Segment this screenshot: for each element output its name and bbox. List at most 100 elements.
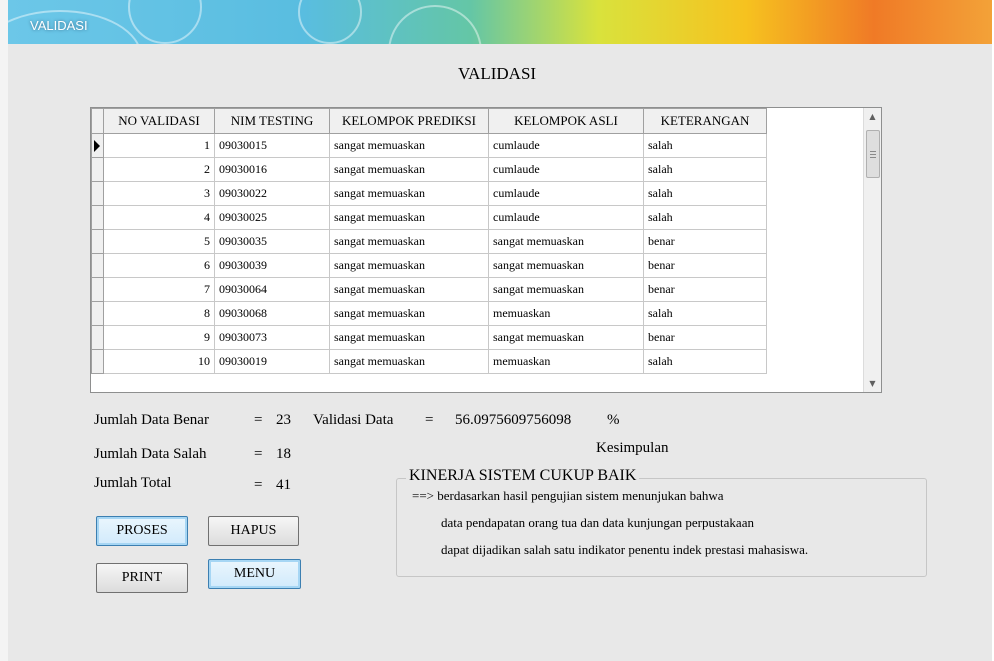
scroll-up-icon[interactable]: ▲ bbox=[864, 108, 881, 125]
kesimpulan-line-2: data pendapatan orang tua dan data kunju… bbox=[441, 515, 754, 530]
cell-keterangan[interactable]: salah bbox=[643, 133, 767, 158]
menu-button[interactable]: MENU bbox=[208, 559, 301, 589]
table-row[interactable]: 1 09030015 sangat memuaskan cumlaude sal… bbox=[91, 133, 767, 158]
vertical-scrollbar[interactable]: ▲ ▼ bbox=[863, 108, 881, 392]
cell-keterangan[interactable]: benar bbox=[643, 277, 767, 302]
cell-kelompok-asli[interactable]: cumlaude bbox=[488, 205, 644, 230]
cell-kelompok-prediksi[interactable]: sangat memuaskan bbox=[329, 325, 489, 350]
cell-no-validasi[interactable]: 5 bbox=[103, 229, 215, 254]
cell-keterangan[interactable]: salah bbox=[643, 205, 767, 230]
cell-no-validasi[interactable]: 4 bbox=[103, 205, 215, 230]
cell-no-validasi[interactable]: 2 bbox=[103, 157, 215, 182]
cell-kelompok-prediksi[interactable]: sangat memuaskan bbox=[329, 205, 489, 230]
grid-corner-header bbox=[91, 108, 104, 134]
cell-nim[interactable]: 09030035 bbox=[214, 229, 330, 254]
row-selector[interactable] bbox=[91, 157, 104, 182]
cell-keterangan[interactable]: benar bbox=[643, 325, 767, 350]
validasi-data-value: 56.0975609756098 bbox=[455, 412, 572, 428]
cell-kelompok-asli[interactable]: sangat memuaskan bbox=[488, 325, 644, 350]
cell-no-validasi[interactable]: 1 bbox=[103, 133, 215, 158]
row-selector[interactable] bbox=[91, 349, 104, 374]
cell-nim[interactable]: 09030064 bbox=[214, 277, 330, 302]
title-decoration bbox=[388, 5, 482, 44]
cell-kelompok-prediksi[interactable]: sangat memuaskan bbox=[329, 301, 489, 326]
jumlah-salah-equals: = bbox=[254, 446, 263, 462]
cell-no-validasi[interactable]: 6 bbox=[103, 253, 215, 278]
cell-kelompok-prediksi[interactable]: sangat memuaskan bbox=[329, 229, 489, 254]
column-header-keterangan[interactable]: KETERANGAN bbox=[643, 108, 767, 134]
cell-nim[interactable]: 09030025 bbox=[214, 205, 330, 230]
row-selector[interactable] bbox=[91, 205, 104, 230]
cell-kelompok-asli[interactable]: sangat memuaskan bbox=[488, 229, 644, 254]
cell-kelompok-prediksi[interactable]: sangat memuaskan bbox=[329, 181, 489, 206]
row-selector[interactable] bbox=[91, 301, 104, 326]
column-header-kelompok-prediksi[interactable]: KELOMPOK PREDIKSI bbox=[329, 108, 489, 134]
cell-kelompok-prediksi[interactable]: sangat memuaskan bbox=[329, 133, 489, 158]
kesimpulan-title: KINERJA SISTEM CUKUP BAIK bbox=[406, 467, 640, 485]
cell-keterangan[interactable]: salah bbox=[643, 181, 767, 206]
table-row[interactable]: 4 09030025 sangat memuaskan cumlaude sal… bbox=[91, 205, 767, 230]
cell-no-validasi[interactable]: 8 bbox=[103, 301, 215, 326]
row-selector[interactable] bbox=[91, 253, 104, 278]
title-bar[interactable]: VALIDASI bbox=[8, 0, 992, 44]
cell-no-validasi[interactable]: 3 bbox=[103, 181, 215, 206]
jumlah-total-label: Jumlah Total bbox=[94, 475, 172, 491]
column-header-kelompok-asli[interactable]: KELOMPOK ASLI bbox=[488, 108, 644, 134]
cell-nim[interactable]: 09030016 bbox=[214, 157, 330, 182]
print-button[interactable]: PRINT bbox=[96, 563, 188, 593]
scroll-down-icon[interactable]: ▼ bbox=[864, 375, 881, 392]
column-header-no-validasi[interactable]: NO VALIDASI bbox=[103, 108, 215, 134]
cell-keterangan[interactable]: benar bbox=[643, 229, 767, 254]
cell-keterangan[interactable]: salah bbox=[643, 301, 767, 326]
cell-no-validasi[interactable]: 7 bbox=[103, 277, 215, 302]
jumlah-total-equals: = bbox=[254, 477, 263, 493]
cell-kelompok-asli[interactable]: cumlaude bbox=[488, 133, 644, 158]
table-row[interactable]: 7 09030064 sangat memuaskan sangat memua… bbox=[91, 277, 767, 302]
cell-nim[interactable]: 09030039 bbox=[214, 253, 330, 278]
table-row[interactable]: 3 09030022 sangat memuaskan cumlaude sal… bbox=[91, 181, 767, 206]
cell-kelompok-prediksi[interactable]: sangat memuaskan bbox=[329, 349, 489, 374]
table-row[interactable]: 8 09030068 sangat memuaskan memuaskan sa… bbox=[91, 301, 767, 326]
cell-kelompok-asli[interactable]: sangat memuaskan bbox=[488, 277, 644, 302]
cell-kelompok-asli[interactable]: cumlaude bbox=[488, 157, 644, 182]
cell-kelompok-asli[interactable]: memuaskan bbox=[488, 301, 644, 326]
cell-kelompok-prediksi[interactable]: sangat memuaskan bbox=[329, 253, 489, 278]
table-row[interactable]: 5 09030035 sangat memuaskan sangat memua… bbox=[91, 229, 767, 254]
cell-no-validasi[interactable]: 9 bbox=[103, 325, 215, 350]
cell-keterangan[interactable]: salah bbox=[643, 157, 767, 182]
jumlah-total-value: 41 bbox=[276, 477, 291, 493]
hapus-button[interactable]: HAPUS bbox=[208, 516, 299, 546]
cell-kelompok-prediksi[interactable]: sangat memuaskan bbox=[329, 157, 489, 182]
cell-nim[interactable]: 09030015 bbox=[214, 133, 330, 158]
row-selector[interactable] bbox=[91, 277, 104, 302]
cell-no-validasi[interactable]: 10 bbox=[103, 349, 215, 374]
selector-arrow-icon bbox=[94, 139, 100, 152]
cell-kelompok-asli[interactable]: cumlaude bbox=[488, 181, 644, 206]
grid-table: NO VALIDASI NIM TESTING KELOMPOK PREDIKS… bbox=[91, 108, 767, 374]
cell-kelompok-asli[interactable]: sangat memuaskan bbox=[488, 253, 644, 278]
row-selector[interactable] bbox=[91, 325, 104, 350]
cell-nim[interactable]: 09030068 bbox=[214, 301, 330, 326]
table-row[interactable]: 10 09030019 sangat memuaskan memuaskan s… bbox=[91, 349, 767, 374]
cell-nim[interactable]: 09030022 bbox=[214, 181, 330, 206]
table-row[interactable]: 9 09030073 sangat memuaskan sangat memua… bbox=[91, 325, 767, 350]
cell-kelompok-asli[interactable]: memuaskan bbox=[488, 349, 644, 374]
kesimpulan-line-1: ==> berdasarkan hasil pengujian sistem m… bbox=[412, 488, 724, 503]
row-selector[interactable] bbox=[91, 133, 104, 158]
cell-keterangan[interactable]: salah bbox=[643, 349, 767, 374]
row-selector[interactable] bbox=[91, 181, 104, 206]
cell-keterangan[interactable]: benar bbox=[643, 253, 767, 278]
row-selector[interactable] bbox=[91, 229, 104, 254]
jumlah-salah-label: Jumlah Data Salah bbox=[94, 446, 207, 462]
proses-button[interactable]: PROSES bbox=[96, 516, 188, 546]
validation-data-grid[interactable]: NO VALIDASI NIM TESTING KELOMPOK PREDIKS… bbox=[90, 107, 882, 393]
cell-nim[interactable]: 09030073 bbox=[214, 325, 330, 350]
grid-header-row: NO VALIDASI NIM TESTING KELOMPOK PREDIKS… bbox=[91, 108, 767, 134]
scroll-thumb[interactable] bbox=[866, 130, 880, 178]
cell-nim[interactable]: 09030019 bbox=[214, 349, 330, 374]
column-header-nim-testing[interactable]: NIM TESTING bbox=[214, 108, 330, 134]
table-row[interactable]: 6 09030039 sangat memuaskan sangat memua… bbox=[91, 253, 767, 278]
table-row[interactable]: 2 09030016 sangat memuaskan cumlaude sal… bbox=[91, 157, 767, 182]
page-title: VALIDASI bbox=[458, 64, 537, 83]
cell-kelompok-prediksi[interactable]: sangat memuaskan bbox=[329, 277, 489, 302]
